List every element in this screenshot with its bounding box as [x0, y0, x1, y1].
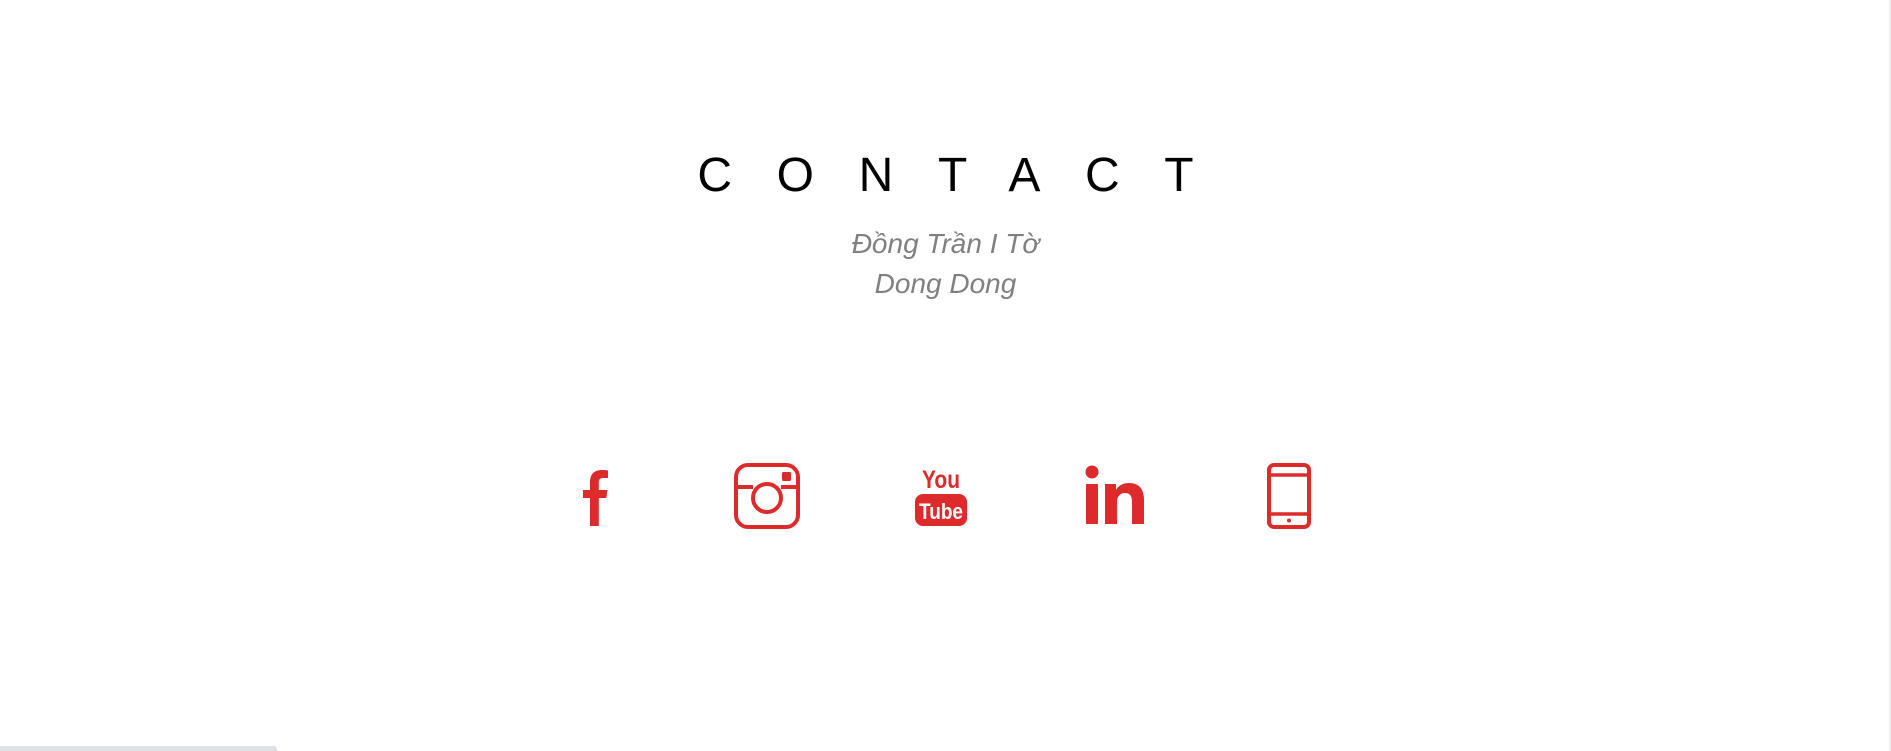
horizontal-scrollbar[interactable] [0, 746, 277, 751]
contact-name-vietnamese: Đồng Trần I Tờ [851, 228, 1040, 259]
svg-text:You: You [922, 466, 960, 494]
youtube-icon: You Tube [915, 466, 967, 526]
contact-page: CONTACT Đồng Trần I Tờ Dong Dong You Tub… [0, 0, 1891, 751]
facebook-link[interactable] [557, 460, 629, 532]
svg-text:Tube: Tube [919, 499, 963, 524]
instagram-link[interactable] [731, 460, 803, 532]
phone-link[interactable] [1253, 460, 1325, 532]
linkedin-link[interactable] [1079, 460, 1151, 532]
instagram-icon [734, 463, 800, 529]
phone-icon [1267, 463, 1311, 529]
page-title: CONTACT [697, 149, 1239, 202]
contact-name: Dong Dong [874, 268, 1017, 299]
facebook-icon [583, 470, 608, 526]
youtube-link[interactable]: You Tube [905, 460, 977, 532]
linkedin-icon [1085, 465, 1144, 524]
